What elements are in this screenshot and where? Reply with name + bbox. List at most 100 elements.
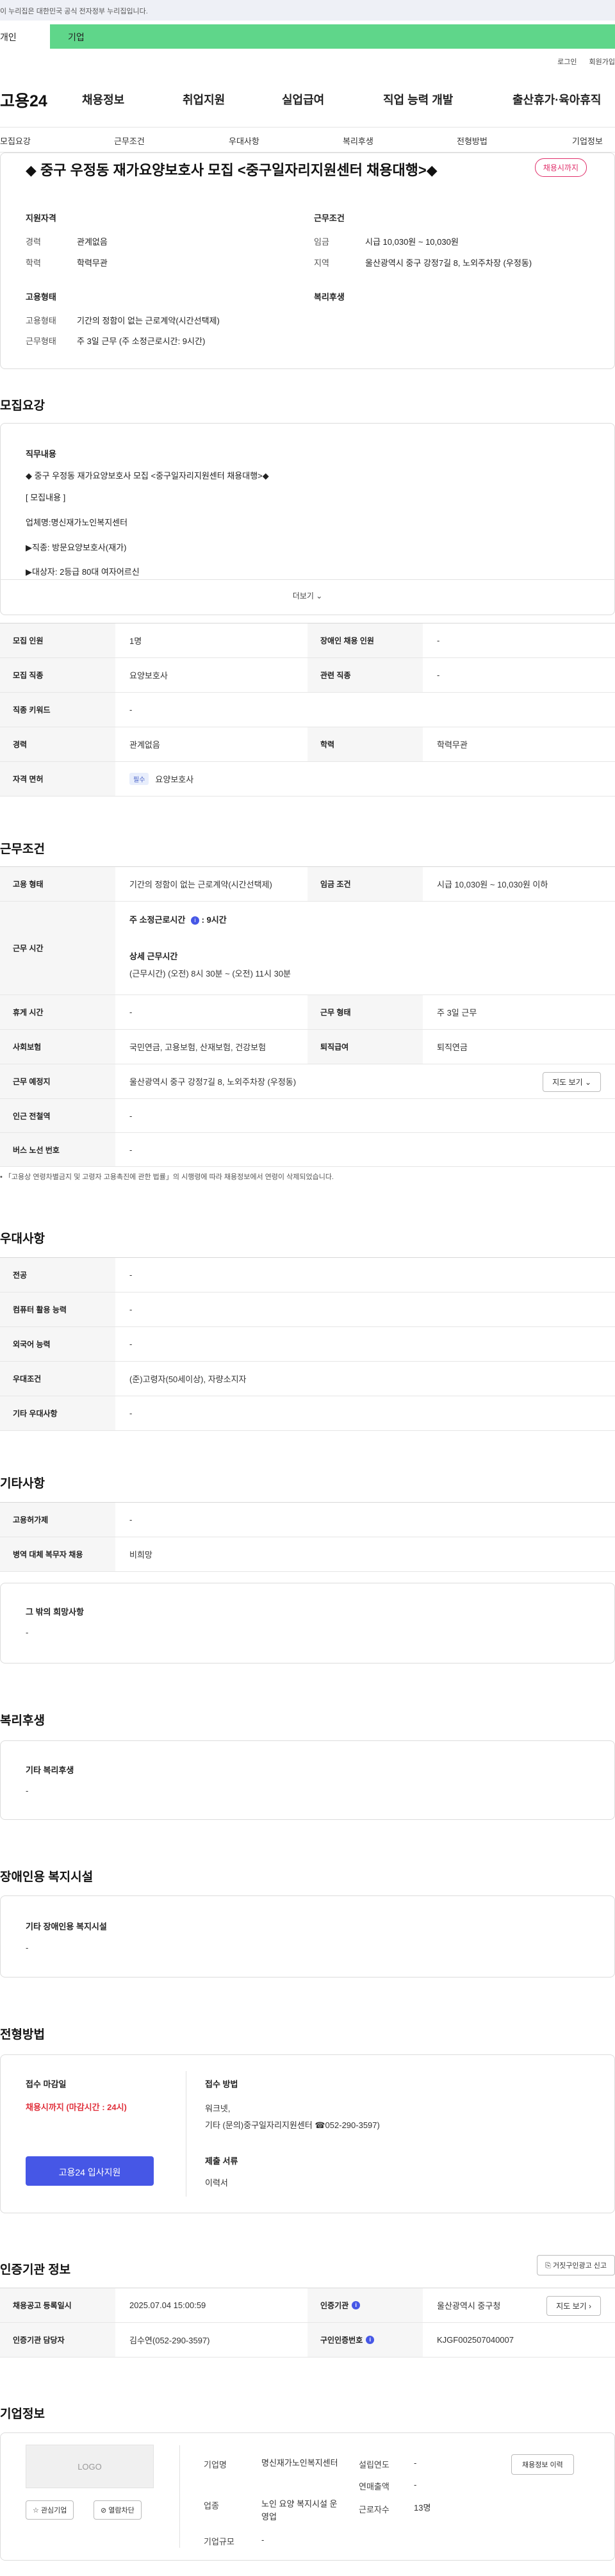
block-icon: ⊘: [101, 2507, 107, 2514]
table-row: 컴퓨터 활용 능력 -: [0, 1292, 615, 1327]
founded-label: 설립연도: [359, 2460, 390, 2470]
summary-cond-head: 근무조건: [314, 213, 345, 223]
lang-label: 외국어 능력: [0, 1327, 115, 1361]
anchor-conditions[interactable]: 근무조건: [114, 135, 145, 147]
emp-label: 고용 형태: [0, 867, 115, 901]
cert-map-button-label: 지도 보기: [556, 2302, 587, 2311]
docs-value: 이력서: [205, 2178, 228, 2188]
gnb-item-unemployment[interactable]: 실업급여: [282, 91, 324, 108]
anchor-preferences[interactable]: 우대사항: [229, 135, 259, 147]
table-row: 전공 -: [0, 1258, 615, 1292]
bus-value: -: [129, 1144, 133, 1155]
summary-edu-label: 학력: [26, 258, 41, 268]
fav-company-label: 관심기업: [40, 2507, 67, 2514]
job-value: 요양보호사: [129, 671, 168, 681]
anchor-welfare[interactable]: 복리후생: [343, 135, 373, 147]
name-value: 명신재가노인복지센터: [261, 2458, 338, 2468]
place-value: 울산광역시 중구 강정7길 8, 노외주차장 (우정동): [129, 1077, 297, 1087]
career-label: 경력: [0, 727, 115, 761]
cert-table: 채용공고 등록일시 2025.07.04 15:00:59 인증기관 i 울산광…: [0, 2288, 615, 2357]
section-title-disabled-facility: 장애인용 복지시설: [0, 1870, 94, 1884]
scale-value: -: [261, 2535, 265, 2545]
edu-label: 학력: [308, 727, 423, 761]
apply-button[interactable]: 고용24 입사지원: [26, 2156, 154, 2186]
map-button[interactable]: 지도 보기 ⌄: [543, 1072, 601, 1092]
info-icon[interactable]: i: [352, 2301, 361, 2309]
info-icon[interactable]: i: [190, 916, 199, 925]
disabled-facility-value: -: [26, 1943, 29, 1953]
summary-qual-head: 지원자격: [26, 213, 56, 223]
reg-value: 2025.07.04 15:00:59: [129, 2300, 206, 2310]
device-label: 고용허가제: [0, 1503, 115, 1537]
summary-wage-value: 시급 10,030원 ~ 10,030원: [365, 237, 459, 247]
section-title-preferences: 우대사항: [0, 1232, 45, 1246]
signup-link[interactable]: 회원가입: [589, 58, 615, 66]
conditions-table: 고용 형태 기간의 정함이 없는 근로계약(시간선택제) 임금 조건 시급 10…: [0, 866, 615, 1167]
cert-map-button[interactable]: 지도 보기 ›: [546, 2296, 601, 2316]
rest-value: -: [129, 1007, 133, 1017]
welfare-value: -: [26, 1786, 29, 1796]
table-row: 우대조건 (준)고령자(50세이상), 자량소지자: [0, 1362, 615, 1396]
status-badge: 채용시까지: [534, 158, 587, 177]
tab-personal[interactable]: 개인: [0, 24, 50, 49]
gnb-item-jobs[interactable]: 채용정보: [82, 91, 124, 108]
table-row: 경력 관계없음 학력 학력무관: [0, 727, 615, 762]
info-icon[interactable]: i: [366, 2336, 375, 2344]
login-link[interactable]: 로그인: [557, 58, 577, 66]
block-company-button[interactable]: ⊘ 열람차단: [94, 2500, 142, 2520]
duty-line: [ 모집내용 ]: [26, 493, 66, 502]
section-anchor-nav: 모집요강 근무조건 우대사항 복리후생 전형방법 기업정보: [0, 127, 615, 153]
history-button[interactable]: 채용정보 이력: [511, 2454, 574, 2475]
anchor-process[interactable]: 전형방법: [457, 135, 488, 147]
pref-etc-label: 기타 우대사항: [0, 1396, 115, 1430]
retire-value: 퇴직연금: [437, 1043, 468, 1052]
retire-label: 퇴직급여: [308, 1030, 423, 1064]
license-label: 자격 면허: [0, 762, 115, 796]
pc-value: -: [129, 1305, 133, 1314]
rest-label: 휴게 시간: [0, 995, 115, 1029]
worktype-value: 주 3일 근무: [437, 1008, 477, 1018]
duty-head: 직무내용: [26, 449, 56, 459]
lang-value: -: [129, 1339, 133, 1349]
gnb-item-training[interactable]: 직업 능력 개발: [383, 91, 453, 108]
disabled-facility-head: 기타 장애인용 복지시설: [26, 1922, 107, 1931]
chevron-down-icon: ⌄: [316, 591, 323, 600]
disabled-facility-box: [0, 1895, 615, 1977]
report-button[interactable]: ⎘ 거짓구인광고 신고: [537, 2255, 615, 2275]
report-icon: ⎘: [545, 2262, 551, 2270]
major-label: 전공: [0, 1258, 115, 1292]
global-nav: 고용24 채용정보 취업지원 실업급여 직업 능력 개발 출산휴가·육아휴직: [0, 83, 615, 114]
table-row: 근무 시간 주 소정근로시간 i : 9시간 상세 근무시간 (근무시간) (오…: [0, 902, 615, 995]
table-row: 버스 노선 번호 -: [0, 1133, 615, 1167]
anchor-recruit[interactable]: 모집요강: [0, 135, 31, 147]
anchor-company[interactable]: 기업정보: [572, 135, 603, 147]
chevron-right-icon: ›: [589, 2302, 591, 2311]
summary-wage-label: 임금: [314, 237, 329, 247]
device-value: -: [129, 1515, 133, 1524]
keyword-label: 직종 키워드: [0, 693, 115, 727]
hours-main: 주 소정근로시간 i : 9시간: [129, 913, 227, 925]
related-value: -: [437, 670, 440, 680]
reqno-label: 구인인증번호: [320, 2336, 363, 2345]
gnb-item-leave[interactable]: 출산휴가·육아휴직: [512, 91, 601, 108]
gnb-item-support[interactable]: 취업지원: [183, 91, 225, 108]
org-label-cell: 인증기관 i: [308, 2288, 423, 2322]
count-label: 모집 인원: [0, 623, 115, 657]
section-title-conditions: 근무조건: [0, 843, 45, 856]
summary-emp-label: 고용형태: [26, 316, 56, 326]
site-logo[interactable]: 고용24: [0, 88, 47, 111]
summary-career-value: 관계없음: [77, 237, 108, 247]
hours-main-label: 주 소정근로시간: [129, 915, 186, 925]
disabled-value: -: [437, 636, 440, 645]
count-value: 1명: [129, 636, 142, 646]
gov-banner-text: 이 누리집은 대한민국 공식 전자정부 누리집입니다.: [0, 8, 148, 15]
table-row: 인근 전철역 -: [0, 1099, 615, 1133]
sales-value: -: [414, 2480, 417, 2489]
manager-value: 김수연(052-290-3597): [129, 2336, 210, 2345]
tab-company[interactable]: 기업: [50, 24, 615, 49]
keyword-value: -: [129, 705, 133, 714]
more-button[interactable]: 더보기 ⌄: [0, 579, 615, 610]
fav-company-button[interactable]: ☆ 관심기업: [26, 2500, 74, 2520]
wage-value: 시급 10,030원 ~ 10,030원 이하: [437, 880, 548, 889]
table-row: 기타 우대사항 -: [0, 1396, 615, 1431]
